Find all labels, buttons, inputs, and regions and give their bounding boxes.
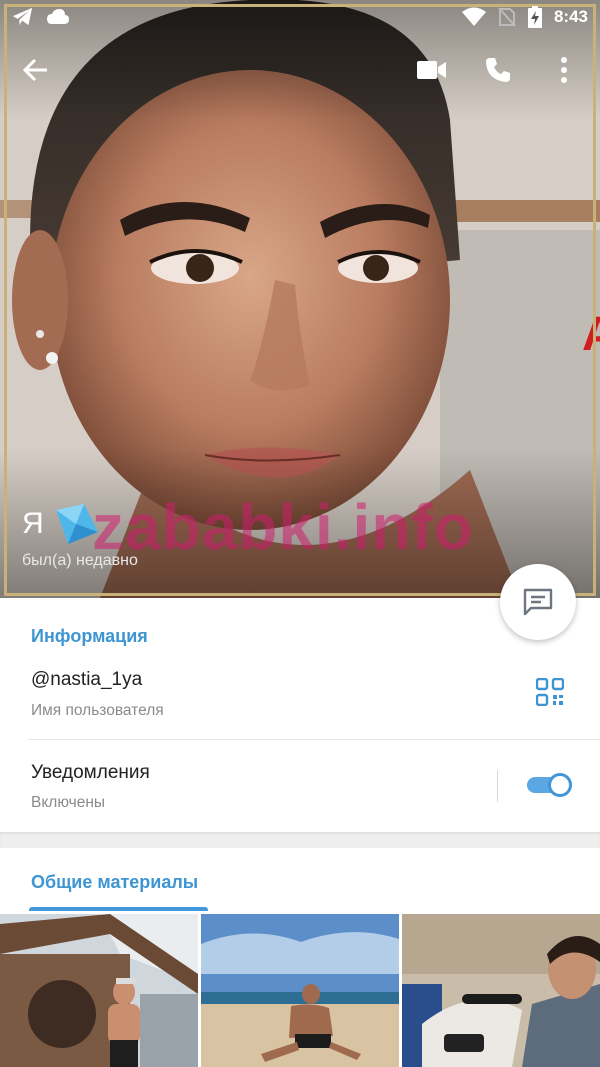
profile-name: Я [22, 507, 44, 540]
sauna-photo [0, 914, 198, 1067]
username-label: Имя пользователя [31, 702, 164, 719]
vertical-separator [497, 770, 498, 802]
notifications-value: Включены [31, 794, 106, 811]
watermark-text: zababki.info [92, 491, 474, 563]
tab-shared-media[interactable]: Общие материалы [31, 872, 198, 893]
notifications-title: Уведомления [31, 762, 150, 783]
more-options-button[interactable] [546, 52, 582, 88]
media-thumbnail-selfie[interactable] [402, 914, 600, 1067]
qr-code-button[interactable] [535, 677, 568, 710]
status-time: 8:43 [553, 7, 588, 26]
chat-icon [523, 588, 553, 616]
telegram-icon [13, 7, 33, 26]
more-vert-icon [561, 57, 567, 83]
diamond-icon [55, 504, 98, 544]
cloud-icon [47, 9, 69, 24]
battery-charging-icon [527, 6, 542, 28]
wifi-icon [461, 7, 486, 26]
phone-call-button[interactable] [480, 52, 516, 88]
arrow-back-icon [23, 58, 47, 82]
media-grid [0, 914, 600, 1067]
media-thumbnail-sauna[interactable] [0, 914, 198, 1067]
back-button[interactable] [18, 52, 54, 88]
selfie-photo [402, 914, 600, 1067]
no-sim-icon [498, 7, 516, 27]
status-bar: 8:43 [0, 0, 600, 34]
qr-code-icon [535, 677, 565, 707]
tab-indicator [29, 907, 208, 911]
divider [28, 739, 600, 740]
toggle-knob [548, 773, 572, 797]
info-section-title: Информация [31, 626, 148, 646]
username-value: @nastia_1ya [31, 669, 143, 690]
media-section: Общие материалы [0, 848, 600, 1067]
media-thumbnail-beach[interactable] [201, 914, 399, 1067]
message-button[interactable] [500, 564, 576, 640]
info-section: Информация @nastia_1ya Имя пользователя … [0, 598, 600, 832]
toolbar [0, 44, 600, 96]
video-call-icon [417, 61, 446, 79]
section-separator [0, 832, 600, 848]
video-call-button[interactable] [414, 52, 450, 88]
phone-icon [486, 58, 510, 82]
profile-name-block: Я был(а) недавно [22, 502, 138, 570]
beach-photo [201, 914, 399, 1067]
profile-photo[interactable]: A [0, 0, 600, 598]
profile-status: был(а) недавно [22, 552, 138, 569]
notifications-toggle[interactable] [527, 773, 573, 797]
